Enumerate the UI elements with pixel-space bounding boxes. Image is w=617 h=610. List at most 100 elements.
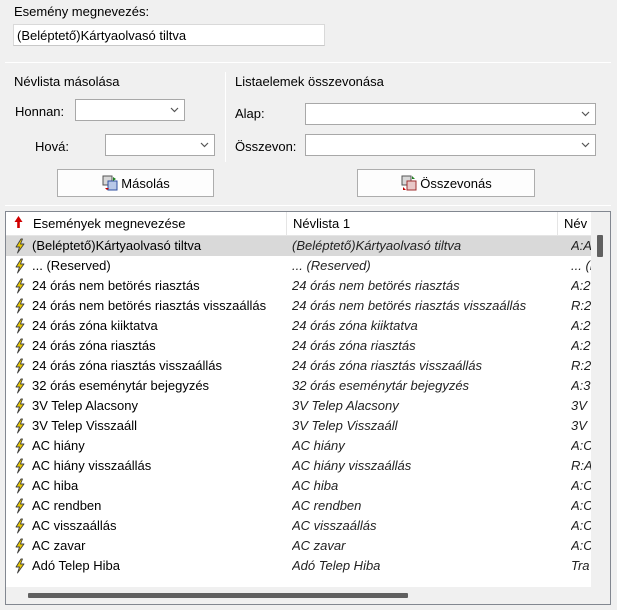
table-row[interactable]: AC hiba AC hiba A:C [6,476,593,496]
column-header-list1[interactable]: Névlista 1 [287,212,558,236]
list1-cell: AC zavar [292,538,346,553]
list1-cell: 3V Telep Visszaáll [292,418,398,433]
list1-cell: AC hiány [292,438,345,453]
lightning-bolt-icon [12,398,28,414]
scroll-corner [591,587,610,604]
event-name-cell: 24 órás zóna riasztás visszaállás [12,356,222,376]
horizontal-scrollbar[interactable] [6,587,593,604]
list1-cell: 3V Telep Alacsony [292,398,399,413]
column-header-label: Név [564,216,588,231]
event-name-cell: 24 órás nem betörés riasztás [12,276,200,296]
list1-cell: 24 órás zóna riasztás [292,338,416,353]
copy-button-label: Másolás [121,175,170,191]
lightning-bolt-icon [12,538,28,554]
lightning-bolt-icon [12,278,28,294]
event-name-field[interactable]: (Beléptető)Kártyaolvasó tiltva [13,24,325,46]
list1-cell: (Beléptető)Kártyaolvasó tiltva [292,238,462,253]
table-row[interactable]: 24 órás zóna riasztás visszaállás 24 órás… [6,356,593,376]
base-select[interactable] [305,103,596,125]
event-name-cell: 24 órás zóna riasztás [12,336,156,356]
list2-cell: A:C [571,438,593,453]
event-name-cell: 24 órás nem betörés riasztás visszaállás [12,296,266,316]
lightning-bolt-icon [12,338,28,354]
event-name-text: Adó Telep Hiba [32,558,120,573]
copy-list-icon [101,174,119,192]
list2-cell: 3V [571,418,587,433]
chevron-down-icon [581,140,590,149]
table-row[interactable]: ... (Reserved) ... (Reserved) ... (R [6,256,593,276]
list1-cell: 24 órás zóna riasztás visszaállás [292,358,483,373]
copy-group-title: Névlista másolása [14,74,120,89]
events-grid[interactable]: Események megnevezése Névlista 1 Név (Be… [5,211,611,605]
from-select[interactable] [75,99,185,121]
merge-list-icon [400,174,418,192]
event-name-text: AC zavar [32,538,86,553]
table-row[interactable]: AC hiány AC hiány A:C [6,436,593,456]
table-row[interactable]: 24 órás nem betörés riasztás visszaállás… [6,296,593,316]
list1-cell: 24 órás zóna kiiktatva [292,318,418,333]
merge-group-title: Listaelemek összevonása [235,74,384,89]
table-row[interactable]: AC visszaállás AC visszaállás A:C [6,516,593,536]
table-row[interactable]: 24 órás nem betörés riasztás 24 órás nem … [6,276,593,296]
event-name-text: 24 órás nem betörés riasztás visszaállás [32,298,267,313]
vertical-scrollbar[interactable] [591,212,610,587]
table-row[interactable]: 32 órás eseménytár bejegyzés 32 órás esem… [6,376,593,396]
sort-arrow-icon [14,213,23,236]
lightning-bolt-icon [12,518,28,534]
horizontal-scroll-thumb[interactable] [28,593,408,598]
event-name-cell: AC hiba [12,476,78,496]
event-name-cell: AC visszaállás [12,516,117,536]
table-row[interactable]: AC hiány visszaállás AC hiány visszaállás… [6,456,593,476]
event-name-cell: AC zavar [12,536,85,556]
base-label: Alap: [235,106,265,121]
table-row[interactable]: Adó Telep Hiba Adó Telep Hiba Tra [6,556,593,576]
column-header-label: Névlista 1 [293,216,351,231]
event-name-text: AC hiba [32,478,79,493]
lightning-bolt-icon [12,298,28,314]
to-select[interactable] [105,134,215,156]
chevron-down-icon [581,109,590,118]
list1-cell: AC visszaállás [292,518,377,533]
list2-cell: A:2 [571,318,591,333]
chevron-down-icon [170,105,179,114]
lightning-bolt-icon [12,478,28,494]
merge-button[interactable]: Összevonás [357,169,535,197]
list2-cell: A:C [571,538,593,553]
list2-cell: R:A [571,458,593,473]
column-header-event-names[interactable]: Események megnevezése [6,212,287,236]
table-row[interactable]: 3V Telep Alacsony 3V Telep Alacsony 3V [6,396,593,416]
merge-button-label: Összevonás [420,175,492,191]
lightning-bolt-icon [12,378,28,394]
merge-select[interactable] [305,134,596,156]
lightning-bolt-icon [12,318,28,334]
group-separator [225,72,226,162]
list2-cell: A:C [571,478,593,493]
vertical-scroll-thumb[interactable] [597,235,603,257]
event-name-text: 24 órás zóna riasztás [32,338,156,353]
list1-cell: 24 órás nem betörés riasztás [292,278,460,293]
event-name-label: Esemény megnevezés: [14,4,150,19]
event-name-text: (Beléptető)Kártyaolvasó tiltva [32,238,202,253]
table-row[interactable]: 24 órás zóna kiiktatva 24 órás zóna kiikt… [6,316,593,336]
table-row[interactable]: 24 órás zóna riasztás 24 órás zóna riaszt… [6,336,593,356]
table-row[interactable]: AC rendben AC rendben A:C [6,496,593,516]
event-name-text: 24 órás zóna kiiktatva [32,318,158,333]
event-name-text: 32 órás eseménytár bejegyzés [32,378,210,393]
event-name-text: AC visszaállás [32,518,117,533]
event-name-cell: AC rendben [12,496,101,516]
from-label: Honnan: [15,104,65,119]
list2-cell: A:C [571,498,593,513]
list2-cell: R:2 [571,298,592,313]
table-row[interactable]: AC zavar AC zavar A:C [6,536,593,556]
list1-cell: Adó Telep Hiba [292,558,381,573]
table-row[interactable]: 3V Telep Visszaáll 3V Telep Visszaáll 3V [6,416,593,436]
divider-top [5,62,611,63]
table-row[interactable]: (Beléptető)Kártyaolvasó tiltva (Beléptető… [6,236,593,256]
event-name-text: AC rendben [32,498,102,513]
copy-button[interactable]: Másolás [57,169,214,197]
list2-cell: ... (R [571,258,593,273]
grid-header: Események megnevezése Névlista 1 Név [6,212,593,236]
list1-cell: AC rendben [292,498,362,513]
list2-cell: Tra [571,558,590,573]
list1-cell: 32 órás eseménytár bejegyzés [292,378,470,393]
